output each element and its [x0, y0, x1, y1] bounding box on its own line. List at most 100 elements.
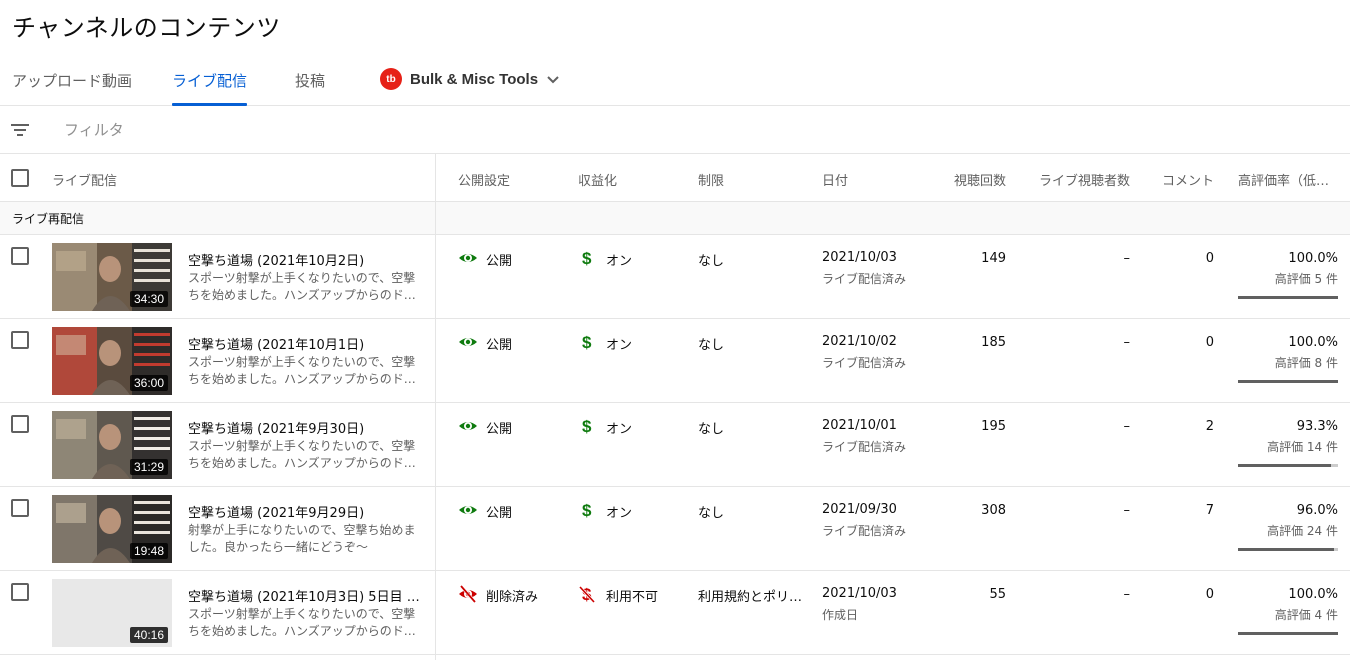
video-duration: 36:00 — [129, 375, 168, 391]
select-all-checkbox[interactable] — [11, 169, 29, 187]
visibility-label[interactable]: 公開 — [486, 250, 512, 269]
video-thumbnail[interactable]: 36:00 — [52, 327, 172, 395]
visibility-label[interactable]: 公開 — [486, 418, 512, 437]
like-ratio-bar — [1238, 380, 1338, 383]
dollar-off-icon[interactable]: $ — [578, 585, 598, 604]
view-count: 195 — [981, 419, 1006, 434]
live-viewer-count: – — [1123, 419, 1131, 434]
like-ratio: 93.3% — [1296, 419, 1338, 434]
column-header-comments[interactable]: コメント — [1162, 170, 1214, 189]
video-thumbnail[interactable]: 40:16 — [52, 579, 172, 647]
like-ratio-bar-fill — [1238, 380, 1338, 383]
column-header-monetization[interactable]: 収益化 — [578, 170, 617, 189]
live-viewer-count: – — [1123, 503, 1131, 518]
column-header-visibility[interactable]: 公開設定 — [458, 170, 510, 189]
column-header-date[interactable]: 日付 — [822, 170, 848, 189]
video-description: スポーツ射撃が上手くなりたいので、空撃ちを始めました。ハンズアップからのド… — [188, 439, 416, 470]
svg-text:$: $ — [582, 249, 592, 267]
row-checkbox[interactable] — [11, 499, 29, 517]
comment-count: 2 — [1205, 419, 1214, 434]
video-date-status: ライブ配信済み — [822, 356, 907, 370]
monetization-label[interactable]: 利用不可 — [606, 586, 658, 605]
page-title: チャンネルのコンテンツ — [12, 14, 281, 42]
video-duration: 31:29 — [129, 459, 168, 475]
video-title[interactable]: 空撃ち道場 (2021年10月1日) — [188, 334, 423, 353]
tab-posts[interactable]: 投稿 — [295, 70, 325, 106]
monetization-label[interactable]: オン — [606, 502, 632, 521]
restrictions-label[interactable]: なし — [698, 250, 803, 269]
video-title[interactable]: 空撃ち道場 (2021年10月2日) — [188, 250, 423, 269]
video-title[interactable]: 空撃ち道場 (2021年9月29日) — [188, 502, 423, 521]
restrictions-label[interactable]: なし — [698, 334, 803, 353]
like-ratio: 100.0% — [1288, 587, 1338, 602]
tab-uploads[interactable]: アップロード動画 — [12, 70, 132, 106]
like-ratio-bar-fill — [1238, 464, 1332, 467]
video-date: 2021/10/02 — [822, 334, 897, 349]
filter-input[interactable] — [64, 118, 364, 142]
like-count: 高評価 24 件 — [1267, 524, 1338, 538]
like-ratio: 96.0% — [1296, 503, 1338, 518]
restrictions-label[interactable]: なし — [698, 502, 803, 521]
column-header-restrictions[interactable]: 制限 — [698, 170, 724, 189]
row-checkbox[interactable] — [11, 583, 29, 601]
section-label: ライブ再配信 — [12, 212, 85, 226]
like-count: 高評価 14 件 — [1267, 440, 1338, 454]
table-row[interactable]: 19:48 空撃ち道場 (2021年9月29日) 射撃が上手になりたいので、空撃ち始… — [0, 487, 1350, 571]
restrictions-label[interactable]: なし — [698, 418, 803, 437]
video-thumbnail[interactable]: 19:48 — [52, 495, 172, 563]
table-row[interactable]: 34:30 空撃ち道場 (2021年10月2日) スポーツ射撃が上手くなりたいので、… — [0, 235, 1350, 319]
comment-count: 7 — [1205, 503, 1214, 518]
visibility-label[interactable]: 公開 — [486, 502, 512, 521]
monetization-label[interactable]: オン — [606, 250, 632, 269]
like-count: 高評価 8 件 — [1274, 356, 1338, 370]
dollar-icon[interactable]: $ — [578, 333, 598, 352]
table-row[interactable]: 40:16 空撃ち道場 (2021年10月3日) 5日目 @… スポーツ射撃が上手く… — [0, 571, 1350, 655]
row-checkbox[interactable] — [11, 247, 29, 265]
filter-icon[interactable] — [11, 122, 29, 138]
eye-icon[interactable] — [458, 333, 478, 351]
video-description: スポーツ射撃が上手くなりたいので、空撃ちを始めました。ハンズアップからのド… — [188, 355, 416, 386]
tab-live[interactable]: ライブ配信 — [172, 70, 248, 106]
svg-text:$: $ — [582, 333, 592, 351]
monetization-label[interactable]: オン — [606, 418, 632, 437]
like-ratio-bar — [1238, 464, 1338, 467]
column-header-live-viewers[interactable]: ライブ視聴者数 — [1039, 170, 1130, 189]
chevron-down-icon — [547, 76, 559, 84]
view-count: 55 — [989, 587, 1006, 602]
dollar-icon[interactable]: $ — [578, 501, 598, 520]
restrictions-label[interactable]: 利用規約とポリ… — [698, 586, 803, 605]
eye-icon[interactable] — [458, 501, 478, 519]
tab-bulk-misc-tools[interactable]: tb Bulk & Misc Tools — [380, 68, 560, 90]
video-thumbnail[interactable]: 31:29 — [52, 411, 172, 479]
visibility-label[interactable]: 削除済み — [486, 586, 538, 605]
video-date-status: ライブ配信済み — [822, 272, 907, 286]
column-header-video[interactable]: ライブ配信 — [52, 170, 117, 189]
video-date-status: ライブ配信済み — [822, 440, 907, 454]
column-header-likes[interactable]: 高評価率（低… — [1238, 170, 1338, 189]
svg-text:$: $ — [582, 501, 592, 519]
monetization-label[interactable]: オン — [606, 334, 632, 353]
live-viewer-count: – — [1123, 335, 1131, 350]
table-row[interactable]: 36:00 空撃ち道場 (2021年10月1日) スポーツ射撃が上手くなりたいので、… — [0, 319, 1350, 403]
eye-icon[interactable] — [458, 249, 478, 267]
dollar-icon[interactable]: $ — [578, 417, 598, 436]
column-header-views[interactable]: 視聴回数 — [954, 170, 1006, 189]
table-header: ライブ配信 公開設定 収益化 制限 日付 視聴回数 ライブ視聴者数 コメント 高… — [0, 154, 1350, 202]
video-date-status: ライブ配信済み — [822, 524, 907, 538]
tubebuddy-logo-icon: tb — [380, 68, 402, 90]
video-date: 2021/09/30 — [822, 502, 897, 517]
row-checkbox[interactable] — [11, 331, 29, 349]
row-checkbox[interactable] — [11, 415, 29, 433]
visibility-label[interactable]: 公開 — [486, 334, 512, 353]
like-ratio-bar-fill — [1238, 548, 1334, 551]
video-title[interactable]: 空撃ち道場 (2021年9月30日) — [188, 418, 423, 437]
dollar-icon[interactable]: $ — [578, 249, 598, 268]
eye-icon[interactable] — [458, 417, 478, 435]
video-thumbnail[interactable]: 34:30 — [52, 243, 172, 311]
table-row[interactable]: 31:29 空撃ち道場 (2021年9月30日) スポーツ射撃が上手くなりたいので、… — [0, 403, 1350, 487]
comment-count: 0 — [1205, 587, 1214, 602]
video-title[interactable]: 空撃ち道場 (2021年10月3日) 5日目 @… — [188, 586, 423, 605]
like-ratio: 100.0% — [1288, 335, 1338, 350]
eye-off-icon[interactable] — [458, 585, 478, 603]
video-date: 2021/10/03 — [822, 250, 897, 265]
